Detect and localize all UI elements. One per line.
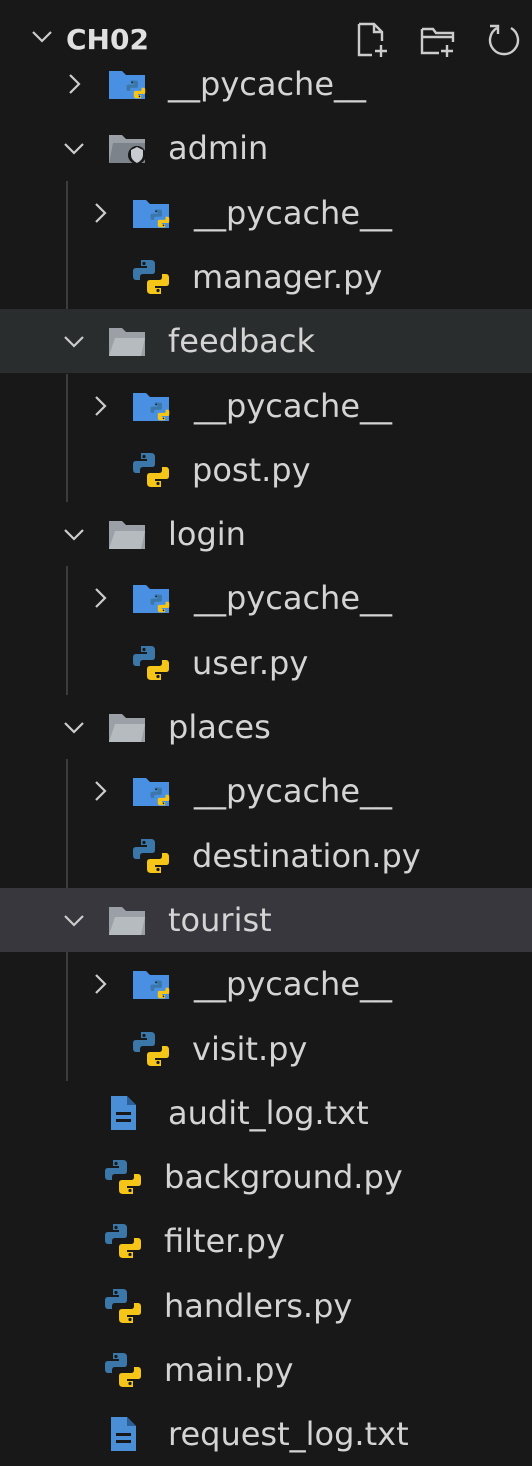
tree-item-label: __pycache__	[194, 772, 393, 811]
folder-icon	[108, 709, 146, 745]
tree-item-label: handlers.py	[164, 1286, 353, 1325]
tree-folder-pycache[interactable]: __pycache__	[0, 52, 532, 116]
admin-folder-icon	[108, 130, 146, 166]
tree-file-post-py[interactable]: post.py	[0, 438, 532, 502]
tree-item-label: user.py	[192, 643, 309, 682]
pycache-folder-icon	[132, 773, 170, 809]
chevron-down-icon[interactable]	[30, 24, 54, 48]
tree-file-audit-log-txt[interactable]: audit_log.txt	[0, 1081, 532, 1145]
tree-folder-pycache[interactable]: __pycache__	[0, 374, 532, 438]
tree-item-label: login	[168, 515, 246, 554]
chevron-down-icon[interactable]	[62, 136, 86, 160]
chevron-right-icon[interactable]	[88, 586, 112, 610]
chevron-right-icon[interactable]	[62, 72, 86, 96]
tree-item-label: __pycache__	[194, 579, 393, 618]
tree-file-visit-py[interactable]: visit.py	[0, 1017, 532, 1081]
indent-guide	[66, 759, 68, 888]
pycache-folder-icon	[132, 580, 170, 616]
pycache-folder-icon	[132, 966, 170, 1002]
tree-item-label: __pycache__	[194, 193, 393, 232]
tree-file-destination-py[interactable]: destination.py	[0, 824, 532, 888]
tree-item-label: request_log.txt	[168, 1415, 409, 1454]
tree-item-label: __pycache__	[194, 965, 393, 1004]
indent-guide	[66, 373, 68, 503]
chevron-right-icon[interactable]	[88, 201, 112, 225]
tree-file-manager-py[interactable]: manager.py	[0, 245, 532, 309]
tree-folder-admin[interactable]: admin	[0, 116, 532, 180]
tree-item-label: __pycache__	[168, 65, 367, 103]
tree-folder-pycache[interactable]: __pycache__	[0, 566, 532, 630]
tree-item-label: audit_log.txt	[168, 1093, 369, 1132]
tree-file-background-py[interactable]: background.py	[0, 1145, 532, 1209]
pycache-folder-icon	[132, 388, 170, 424]
tree-folder-pycache[interactable]: __pycache__	[0, 181, 532, 245]
tree-item-label: admin	[168, 129, 269, 168]
tree-item-label: background.py	[164, 1158, 403, 1197]
tree-item-label: manager.py	[192, 257, 383, 296]
tree-folder-places[interactable]: places	[0, 695, 532, 759]
tree-file-request-log-txt[interactable]: request_log.txt	[0, 1402, 532, 1466]
tree-item-label: destination.py	[192, 836, 421, 875]
chevron-down-icon[interactable]	[62, 715, 86, 739]
tree-item-label: main.py	[164, 1351, 294, 1389]
chevron-right-icon[interactable]	[88, 779, 112, 803]
tree-folder-pycache[interactable]: __pycache__	[0, 952, 532, 1016]
folder-icon	[108, 516, 146, 552]
chevron-down-icon[interactable]	[62, 908, 86, 932]
chevron-right-icon[interactable]	[88, 394, 112, 418]
folder-icon	[108, 902, 146, 938]
tree-item-label: filter.py	[164, 1222, 285, 1261]
pycache-folder-icon	[108, 66, 146, 102]
indent-guide	[66, 952, 68, 1081]
tree-folder-pycache[interactable]: __pycache__	[0, 759, 532, 823]
text-file-icon	[104, 1416, 142, 1452]
tree-item-label: tourist	[168, 900, 272, 939]
tree-folder-tourist[interactable]: tourist	[0, 887, 532, 952]
python-file-icon	[132, 259, 170, 295]
pycache-folder-icon	[132, 195, 170, 231]
tree-file-filter-py[interactable]: filter.py	[0, 1209, 532, 1273]
tree-file-handlers-py[interactable]: handlers.py	[0, 1274, 532, 1338]
python-file-icon	[132, 838, 170, 874]
python-file-icon	[104, 1159, 142, 1195]
python-file-icon	[132, 645, 170, 681]
chevron-down-icon[interactable]	[62, 522, 86, 546]
tree-file-main-py[interactable]: main.py	[0, 1338, 532, 1402]
tree-item-label: visit.py	[192, 1029, 308, 1068]
text-file-icon	[104, 1095, 142, 1131]
tree-folder-login[interactable]: login	[0, 502, 532, 566]
file-explorer: CH02 __pycache__ admin __pycache__ manager.…	[0, 0, 532, 1453]
indent-guide	[66, 566, 68, 695]
tree-file-user-py[interactable]: user.py	[0, 631, 532, 695]
chevron-right-icon[interactable]	[88, 972, 112, 996]
python-file-icon	[104, 1223, 142, 1259]
tree-item-label: post.py	[192, 450, 311, 489]
folder-icon	[108, 323, 146, 359]
python-file-icon	[132, 1031, 170, 1067]
indent-guide	[66, 180, 68, 310]
tree-item-label: __pycache__	[194, 386, 393, 425]
tree-item-label: places	[168, 708, 271, 746]
python-file-icon	[104, 1352, 142, 1388]
python-file-icon	[104, 1288, 142, 1324]
chevron-down-icon[interactable]	[62, 329, 86, 353]
python-file-icon	[132, 452, 170, 488]
tree-folder-feedback[interactable]: feedback	[0, 309, 532, 374]
tree-item-label: feedback	[168, 322, 315, 361]
